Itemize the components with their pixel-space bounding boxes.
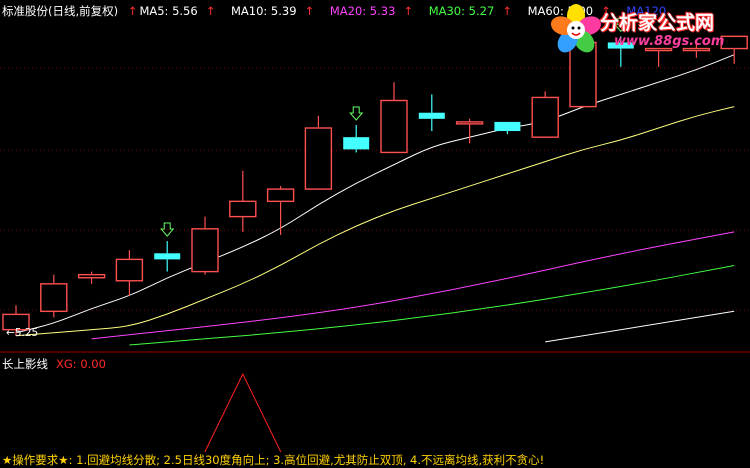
ma-item-3: MA30: 5.27 ↑	[428, 4, 512, 18]
candle-body	[115, 258, 144, 282]
candle-body	[531, 96, 559, 138]
ma-item-1: MA10: 5.39 ↑	[230, 4, 315, 18]
up-arrow-icon: ↑	[403, 4, 414, 18]
stock-title: 标准股份(日线,前复权)	[2, 4, 119, 18]
watermark-title: 分析家公式网	[600, 12, 715, 34]
chart-window[interactable]: 标准股份(日线,前复权) ↑ MA5: 5.56 ↑ MA10: 5.39 ↑ MA2…	[0, 0, 750, 467]
candle-body	[266, 188, 295, 203]
moving-average-lines	[15, 54, 735, 346]
candle[interactable]	[115, 250, 144, 297]
candle[interactable]	[380, 82, 408, 154]
flower-logo-icon	[550, 4, 602, 53]
sub-indicator-name: 长上影线	[2, 357, 48, 371]
candlestick-chart[interactable]	[0, 0, 750, 467]
candle[interactable]	[191, 216, 219, 275]
candle-body	[455, 121, 484, 125]
xg-value: XG: 0.00	[56, 357, 106, 371]
candle-body	[418, 112, 445, 119]
strategy-footer: ★操作要求★: 1.回避均线分散; 2.5日线30度角向上; 3.高位回避,尤其…	[2, 453, 545, 467]
candle[interactable]	[418, 94, 445, 132]
candle[interactable]	[266, 186, 295, 235]
candle[interactable]	[40, 274, 68, 318]
up-arrow-icon: ↑	[304, 4, 315, 18]
down-arrow-icon	[349, 106, 364, 121]
price-marker-label: ←5.25	[6, 327, 39, 339]
candle[interactable]	[531, 91, 559, 138]
up-arrow-icon: ↑	[127, 4, 138, 18]
candle[interactable]	[343, 124, 370, 153]
candle-body	[343, 137, 370, 150]
price-gridlines	[0, 67, 750, 311]
candle[interactable]	[154, 241, 181, 272]
ma-item-2: MA20: 5.33 ↑	[329, 4, 414, 18]
sub-indicator-header: 长上影线 XG: 0.00	[2, 356, 106, 372]
candle[interactable]	[304, 115, 333, 190]
candle-body	[154, 253, 181, 260]
candle-body	[380, 99, 408, 154]
site-watermark: 分析家公式网 www.88gs.com	[548, 2, 748, 56]
candles[interactable]	[2, 35, 748, 336]
candle[interactable]	[77, 271, 106, 284]
ma10-line	[15, 106, 735, 337]
down-arrow-icon	[160, 222, 175, 237]
candle-body	[40, 283, 68, 313]
ma20-line	[91, 231, 735, 340]
ma5-line	[15, 54, 735, 334]
candle-body	[77, 273, 106, 279]
candle-body	[191, 228, 219, 273]
sub-indicator-pane	[204, 372, 282, 453]
candle[interactable]	[494, 121, 521, 135]
watermark-url: www.88gs.com	[614, 34, 725, 49]
candle-body	[494, 121, 521, 132]
xg-signal-line	[204, 372, 282, 453]
up-arrow-icon: ↑	[205, 4, 216, 18]
candle-body	[304, 127, 333, 190]
candle[interactable]	[229, 170, 257, 232]
ma-item-0: ↑ MA5: 5.56 ↑	[127, 4, 216, 18]
candle-body	[229, 200, 257, 218]
ma60-line	[545, 310, 735, 343]
ma30-line	[129, 265, 735, 346]
up-arrow-icon: ↑	[502, 4, 512, 18]
